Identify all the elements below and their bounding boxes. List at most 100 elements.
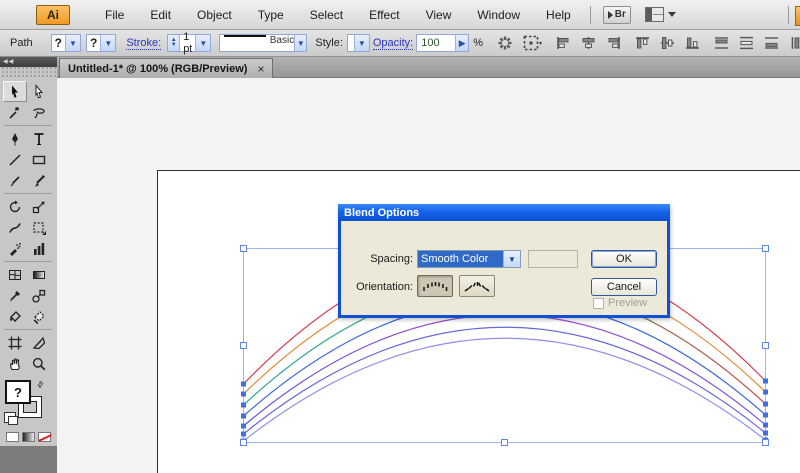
- fill-swatch[interactable]: ?: [5, 380, 31, 404]
- live-paint-selection-tool[interactable]: [27, 306, 51, 327]
- align-left-icon[interactable]: [556, 36, 571, 50]
- distribute-bottom-icon[interactable]: [764, 36, 779, 50]
- menu-help[interactable]: Help: [533, 0, 584, 30]
- blend-options-dialog: Blend Options Spacing: Smooth Color ▼ OK…: [338, 204, 670, 318]
- menu-view[interactable]: View: [413, 0, 465, 30]
- control-panel: Path ? ▼ ? ▼ Stroke: ▲ ▼ 1 pt ▼ Basic ▼ S…: [0, 30, 800, 57]
- none-button[interactable]: [37, 432, 51, 442]
- distribute-horizontal-icon[interactable]: [791, 36, 800, 50]
- chevron-down-icon: ▼: [353, 35, 369, 51]
- paintbrush-tool[interactable]: [3, 170, 27, 191]
- type-tool[interactable]: [27, 128, 51, 149]
- pencil-tool[interactable]: [27, 170, 51, 191]
- hand-tool[interactable]: [3, 353, 27, 374]
- selection-tool[interactable]: [3, 81, 27, 102]
- document-tab[interactable]: Untitled-1* @ 100% (RGB/Preview) ×: [59, 58, 274, 78]
- close-tab-icon[interactable]: ×: [257, 62, 264, 76]
- line-segment-tool[interactable]: [3, 149, 27, 170]
- live-paint-bucket-tool[interactable]: [3, 306, 27, 327]
- percent-label: %: [473, 37, 484, 49]
- spacing-value: Smooth Color: [418, 251, 503, 267]
- menu-edit[interactable]: Edit: [137, 0, 184, 30]
- dock-footer: [0, 446, 57, 473]
- dialog-titlebar[interactable]: Blend Options: [338, 204, 670, 221]
- mesh-tool[interactable]: [3, 264, 27, 285]
- magic-wand-tool[interactable]: [3, 102, 27, 123]
- app-logo-icon[interactable]: Ai: [36, 4, 70, 25]
- warp-tool[interactable]: [3, 217, 27, 238]
- stroke-color-value: ?: [89, 36, 98, 50]
- align-bottom-icon[interactable]: [685, 36, 700, 50]
- fill-color-dropdown[interactable]: ? ▼: [50, 34, 81, 52]
- clipped-app-icon: [795, 6, 800, 26]
- stroke-panel-link[interactable]: Stroke:: [126, 37, 162, 50]
- menubar-separator: [589, 5, 591, 24]
- pen-tool[interactable]: [3, 128, 27, 149]
- symbol-sprayer-tool[interactable]: [3, 238, 27, 259]
- spacing-dropdown[interactable]: Smooth Color ▼: [417, 250, 521, 268]
- graph-tool[interactable]: [27, 238, 51, 259]
- color-button[interactable]: [5, 432, 19, 442]
- workspace-switcher-button[interactable]: [644, 7, 676, 22]
- menu-type[interactable]: Type: [245, 0, 297, 30]
- stroke-weight-combo[interactable]: ▲ ▼ 1 pt ▼: [167, 31, 212, 55]
- crop-area-tool[interactable]: [3, 332, 27, 353]
- dock-grip-handle[interactable]: [0, 67, 57, 78]
- lasso-tool[interactable]: [27, 102, 51, 123]
- zoom-tool[interactable]: [27, 353, 51, 374]
- ok-button[interactable]: OK: [591, 250, 657, 268]
- gradient-button[interactable]: [21, 432, 35, 442]
- preview-checkbox[interactable]: [593, 297, 604, 309]
- align-center-horizontal-icon[interactable]: [581, 36, 596, 50]
- default-fill-stroke-icon[interactable]: [4, 412, 18, 425]
- align-to-path-icon: [464, 282, 490, 292]
- go-to-bridge-button[interactable]: Br: [602, 5, 631, 24]
- menu-object[interactable]: Object: [184, 0, 245, 30]
- stroke-weight-stepper[interactable]: ▲ ▼: [168, 35, 181, 51]
- selection-type-label: Path: [10, 37, 33, 49]
- distribute-center-icon[interactable]: [739, 36, 754, 50]
- orientation-label: Orientation:: [356, 281, 413, 293]
- chevron-down-icon: [667, 12, 676, 17]
- menubar: Ai File Edit Object Type Select Effect V…: [0, 0, 800, 30]
- orientation-align-path-button[interactable]: [459, 275, 495, 297]
- stroke-color-dropdown[interactable]: ? ▼: [85, 34, 117, 52]
- opacity-panel-link[interactable]: Opacity:: [372, 37, 414, 50]
- distribute-top-icon[interactable]: [714, 36, 729, 50]
- scale-tool[interactable]: [27, 196, 51, 217]
- chevron-down-icon: ▼: [503, 251, 520, 267]
- align-top-icon[interactable]: [635, 36, 650, 50]
- preview-row: Preview: [593, 297, 647, 309]
- chevron-down-icon: ▼: [294, 35, 307, 51]
- isolate-selected-object-icon[interactable]: [523, 35, 543, 51]
- menu-window[interactable]: Window: [464, 0, 533, 30]
- swap-fill-stroke-icon[interactable]: ⇄: [35, 379, 46, 390]
- document-tab-bar: ◀◀ Untitled-1* @ 100% (RGB/Preview) ×: [0, 57, 800, 78]
- brush-definition-dropdown[interactable]: Basic ▼: [219, 34, 308, 52]
- gradient-tool[interactable]: [27, 264, 51, 285]
- opacity-combo[interactable]: 100 ▶: [416, 34, 470, 52]
- menu-file[interactable]: File: [92, 0, 137, 30]
- slice-tool[interactable]: [27, 332, 51, 353]
- rectangle-tool[interactable]: [27, 149, 51, 170]
- orientation-align-page-button[interactable]: [417, 275, 453, 297]
- direct-selection-tool[interactable]: [27, 81, 51, 102]
- menu-select[interactable]: Select: [297, 0, 356, 30]
- menu-effect[interactable]: Effect: [356, 0, 412, 30]
- free-transform-tool[interactable]: [27, 217, 51, 238]
- fill-stroke-indicator: ⇄ ?: [3, 379, 53, 426]
- tools-panel: ⇄ ?: [0, 78, 57, 473]
- rotate-tool[interactable]: [3, 196, 27, 217]
- menu-items: File Edit Object Type Select Effect View…: [92, 0, 584, 30]
- document-title: Untitled-1* @ 100% (RGB/Preview): [68, 62, 248, 75]
- collapse-dock-button[interactable]: ◀◀: [0, 57, 57, 67]
- preview-label: Preview: [608, 297, 648, 309]
- cancel-button[interactable]: Cancel: [591, 278, 657, 296]
- chevron-down-icon: ▼: [100, 35, 116, 51]
- blend-tool[interactable]: [27, 285, 51, 306]
- eyedropper-tool[interactable]: [3, 285, 27, 306]
- style-dropdown[interactable]: ▼: [346, 34, 370, 52]
- align-right-icon[interactable]: [606, 36, 621, 50]
- align-center-vertical-icon[interactable]: [660, 36, 675, 50]
- recolor-artwork-icon[interactable]: [497, 35, 513, 51]
